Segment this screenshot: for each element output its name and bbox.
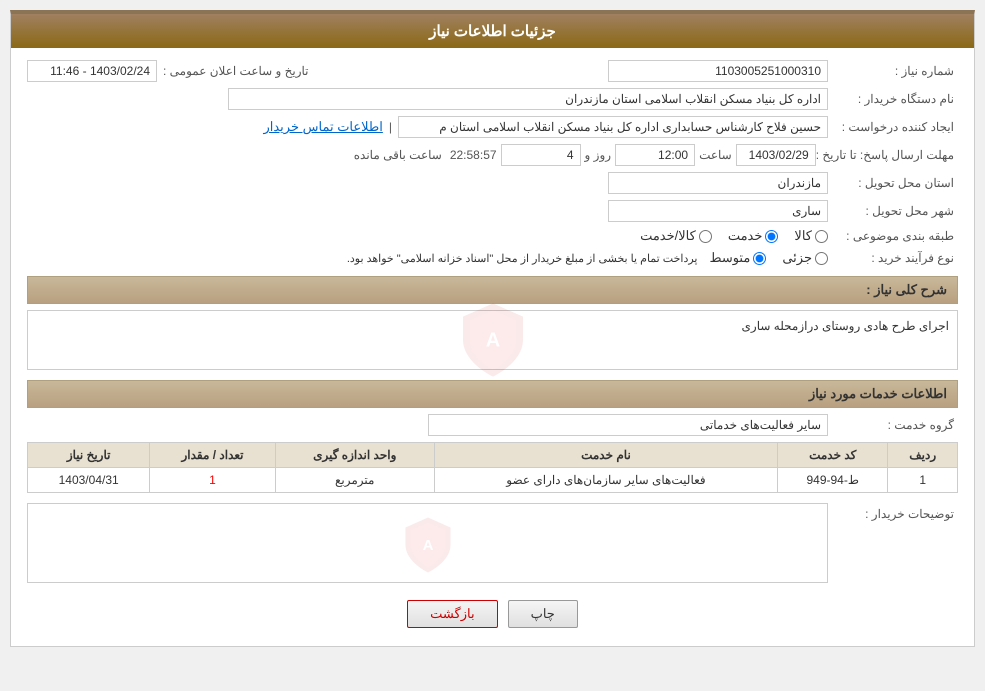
ijad-label: ایجاد کننده درخواست : [828, 120, 958, 134]
sharh-header-label: شرح کلی نیاز : [866, 282, 947, 297]
noefrayand-note: پرداخت تمام یا بخشی از مبلغ خریدار از مح… [347, 252, 698, 265]
tabaqe-kala-radio[interactable] [815, 230, 828, 243]
ostan-value: مازندران [608, 172, 828, 194]
shomare-niaz-label: شماره نیاز : [828, 64, 958, 78]
sharh-header: شرح کلی نیاز : [27, 276, 958, 304]
shield-watermark: A [453, 300, 533, 380]
tarikh-label: تاریخ و ساعت اعلان عمومی : [163, 64, 309, 78]
cell-radif: 1 [888, 468, 958, 493]
sharh-value: اجرای طرح هادی روستای درازمحله ساری [36, 319, 949, 333]
noefrayand-jozii-option[interactable]: جزئی [782, 250, 828, 266]
col-name: نام خدمت [434, 443, 777, 468]
mohlat-row: مهلت ارسال پاسخ: تا تاریخ : 1403/02/29 س… [27, 144, 958, 166]
noefrayand-label: نوع فرآیند خرید : [828, 251, 958, 265]
mohlat-label: مهلت ارسال پاسخ: تا تاریخ : [816, 148, 958, 162]
col-vahed: واحد اندازه گیری [275, 443, 434, 468]
mohlat-roz: 4 [501, 144, 581, 166]
cell-tedad: 1 [150, 468, 275, 493]
tabaqe-label: طبقه بندی موضوعی : [828, 229, 958, 243]
dastasgah-label: نام دستگاه خریدار : [828, 92, 958, 106]
page-container: جزئیات اطلاعات نیاز شماره نیاز : 1103005… [0, 0, 985, 691]
noefrayand-jozii-label: جزئی [782, 250, 812, 266]
mohlat-mande-label: ساعت باقی مانده [354, 148, 442, 162]
cell-tarikh: 1403/04/31 [28, 468, 150, 493]
shahr-label: شهر محل تحویل : [828, 204, 958, 218]
ostan-row: استان محل تحویل : مازندران [27, 172, 958, 194]
col-kod: کد خدمت [778, 443, 888, 468]
noefrayand-motovaset-option[interactable]: متوسط [709, 250, 766, 266]
khadamat-header: اطلاعات خدمات مورد نیاز [27, 380, 958, 408]
tabaqe-khedmat-option[interactable]: خدمت [728, 228, 779, 244]
grohe-value: سایر فعالیت‌های خدماتی [428, 414, 828, 436]
page-title: جزئیات اطلاعات نیاز [429, 23, 556, 40]
col-tedad: تعداد / مقدار [150, 443, 275, 468]
card-header: جزئیات اطلاعات نیاز [11, 14, 974, 48]
back-button[interactable]: بازگشت [407, 600, 497, 628]
noefrayand-row: نوع فرآیند خرید : جزئی متوسط پرداخت تمام… [27, 250, 958, 266]
tabaqe-kala-khedmat-radio[interactable] [699, 230, 712, 243]
grohe-row: گروه خدمت : سایر فعالیت‌های خدماتی [27, 414, 958, 436]
tabaqe-radio-group: کالا خدمت کالا/خدمت [640, 228, 828, 244]
shahr-value: ساری [608, 200, 828, 222]
print-button[interactable]: چاپ [508, 600, 578, 628]
ijad-link[interactable]: اطلاعات تماس خریدار [263, 119, 382, 135]
tabaqe-row: طبقه بندی موضوعی : کالا خدمت کالا/خدمت [27, 228, 958, 244]
ostan-label: استان محل تحویل : [828, 176, 958, 190]
mohlat-saat2: 22:58:57 [450, 148, 497, 162]
noefrayand-jozii-radio[interactable] [815, 252, 828, 265]
cell-vahed: مترمربع [275, 468, 434, 493]
ijad-row: ایجاد کننده درخواست : حسین فلاح کارشناس … [27, 116, 958, 138]
cell-name: فعالیت‌های سایر سازمان‌های دارای عضو [434, 468, 777, 493]
mohlat-saat-label: ساعت [699, 148, 732, 162]
khadamat-header-label: اطلاعات خدمات مورد نیاز [809, 386, 947, 401]
noefrayand-motovaset-label: متوسط [709, 250, 750, 266]
khadamat-table: ردیف کد خدمت نام خدمت واحد اندازه گیری ت… [27, 442, 958, 493]
tozihat-area: A [27, 503, 828, 586]
sharh-area: A اجرای طرح هادی روستای درازمحله ساری [27, 310, 958, 370]
shomare-niaz-row: شماره نیاز : 1103005251000310 تاریخ و سا… [27, 60, 958, 82]
tozihat-container: A [27, 503, 828, 586]
tabaqe-kala-option[interactable]: کالا [794, 228, 828, 244]
tarikh-value: 1403/02/24 - 11:46 [27, 60, 157, 82]
tozihat-row: توضیحات خریدار : A [27, 503, 958, 586]
mohlat-roz-label: روز و [585, 148, 612, 162]
tabaqe-kala-khedmat-label: کالا/خدمت [640, 228, 696, 244]
tabaqe-khedmat-label: خدمت [728, 228, 763, 244]
tabaqe-kala-khedmat-option[interactable]: کالا/خدمت [640, 228, 712, 244]
tozihat-textarea[interactable] [27, 503, 828, 583]
tabaqe-khedmat-radio[interactable] [765, 230, 778, 243]
mohlat-saat: 12:00 [615, 144, 695, 166]
ijad-value: حسین فلاح کارشناس حسابداری اداره کل بنیا… [398, 116, 828, 138]
noefrayand-radio-group: جزئی متوسط [709, 250, 828, 266]
table-row: 1 ط-94-949 فعالیت‌های سایر سازمان‌های دا… [28, 468, 958, 493]
col-radif: ردیف [888, 443, 958, 468]
grohe-label: گروه خدمت : [828, 418, 958, 432]
shomare-niaz-value: 1103005251000310 [608, 60, 828, 82]
col-tarikh: تاریخ نیاز [28, 443, 150, 468]
button-row: چاپ بازگشت [27, 600, 958, 628]
card-body: شماره نیاز : 1103005251000310 تاریخ و سا… [11, 48, 974, 646]
shahr-row: شهر محل تحویل : ساری [27, 200, 958, 222]
tozihat-label: توضیحات خریدار : [828, 503, 958, 521]
dastasgah-value: اداره کل بنیاد مسکن انقلاب اسلامی استان … [228, 88, 828, 110]
main-card: جزئیات اطلاعات نیاز شماره نیاز : 1103005… [10, 10, 975, 647]
dastasgah-row: نام دستگاه خریدار : اداره کل بنیاد مسکن … [27, 88, 958, 110]
noefrayand-motovaset-radio[interactable] [753, 252, 766, 265]
cell-kod: ط-94-949 [778, 468, 888, 493]
tabaqe-kala-label: کالا [794, 228, 812, 244]
mohlat-date: 1403/02/29 [736, 144, 816, 166]
